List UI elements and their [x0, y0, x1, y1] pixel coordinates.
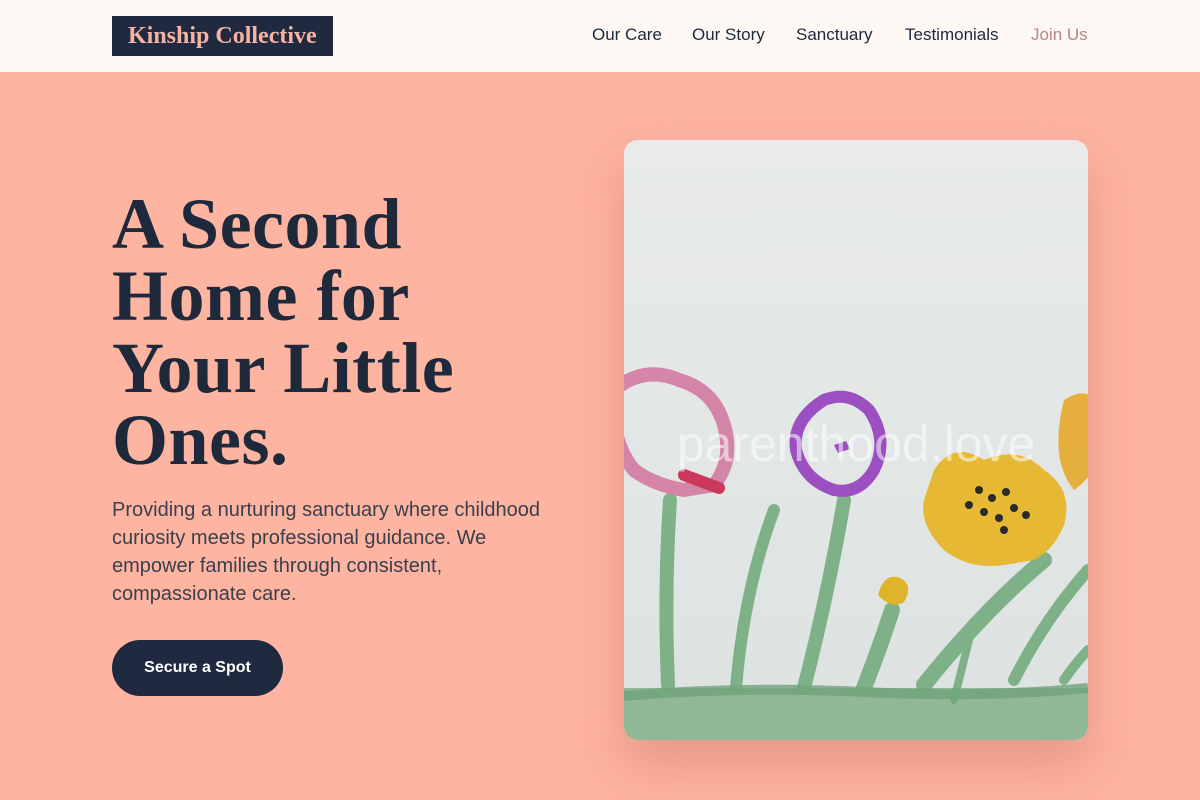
- nav-testimonials[interactable]: Testimonials: [905, 0, 999, 72]
- site-header: Kinship Collective Our Care Our Story Sa…: [0, 0, 1200, 72]
- headline-line: A Second: [112, 184, 403, 264]
- hero-headline: A Second Home for Your Little Ones.: [112, 188, 592, 476]
- description-line: compassionate care.: [112, 583, 297, 605]
- headline-line: Ones.: [112, 400, 289, 480]
- hero-description: Providing a nurturing sanctuary where ch…: [112, 496, 592, 608]
- flower-painting-illustration: [624, 140, 1088, 740]
- secure-spot-button[interactable]: Secure a Spot: [112, 640, 283, 696]
- headline-line: Your Little: [112, 328, 455, 408]
- description-line: empower families through consistent,: [112, 555, 443, 577]
- nav-our-care[interactable]: Our Care: [592, 0, 662, 72]
- hero-painting-image: parenthood.love: [624, 140, 1088, 740]
- description-line: Providing a nurturing sanctuary where ch…: [112, 499, 541, 521]
- nav-our-story[interactable]: Our Story: [692, 0, 765, 72]
- headline-line: Home for: [112, 256, 410, 336]
- description-line: curiosity meets professional guidance. W…: [112, 527, 487, 549]
- nav-sanctuary[interactable]: Sanctuary: [796, 0, 873, 72]
- nav-join-us[interactable]: Join Us: [1031, 0, 1088, 72]
- brand-logo[interactable]: Kinship Collective: [112, 16, 333, 56]
